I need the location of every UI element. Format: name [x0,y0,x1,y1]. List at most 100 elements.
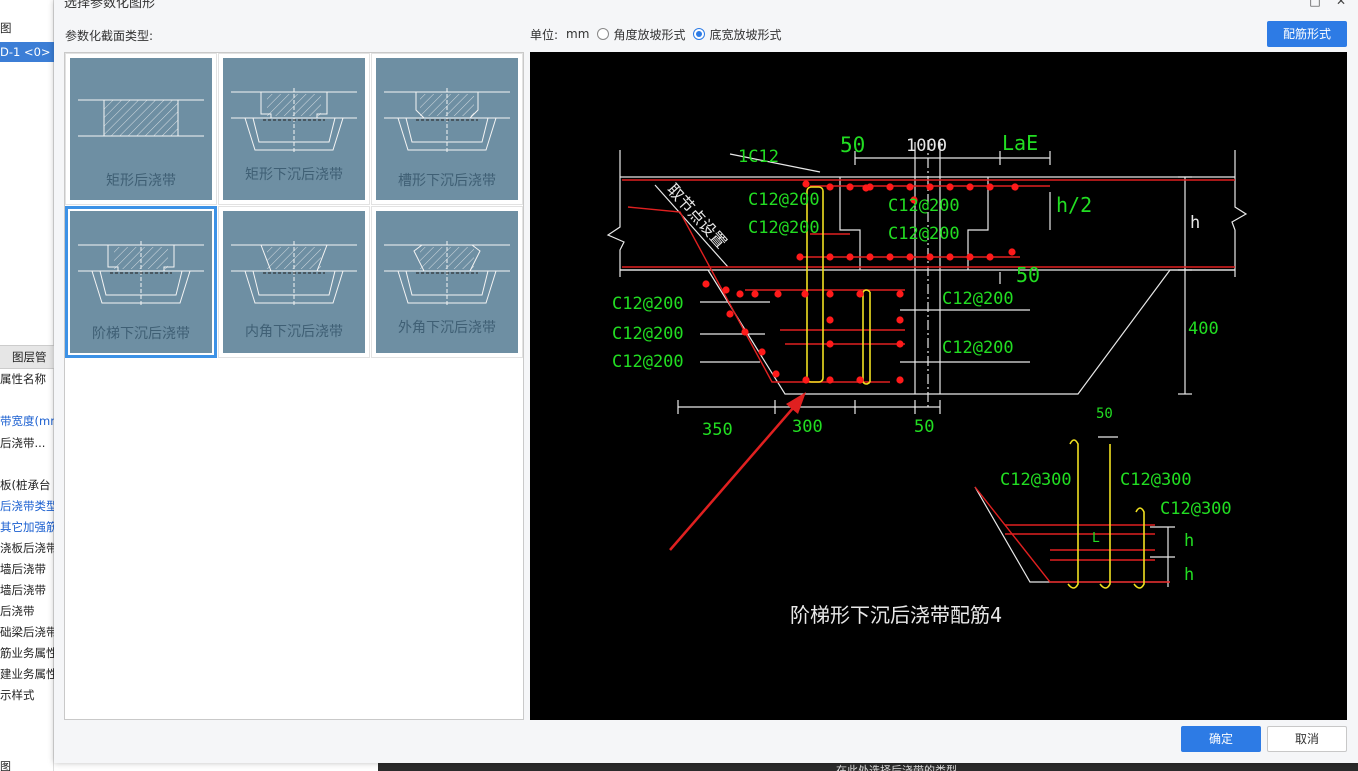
label-400: 400 [1188,319,1219,339]
shape-thumbnail: 外角下沉后浇带 [376,211,518,353]
label-c12-200-3: C12@200 [888,196,960,216]
rebar-dot [826,340,834,348]
label-50-top: 50 [840,133,865,157]
shape-thumbnail: 阶梯下沉后浇带 [70,211,212,353]
cancel-button[interactable]: 取消 [1267,726,1347,752]
shape-outer-angle-sunken[interactable]: 外角下沉后浇带 [371,206,523,358]
label-c12-200-8: C12@200 [942,289,1014,309]
shape-rect[interactable]: 矩形后浇带 [65,53,217,205]
radio-angle-slope[interactable] [597,28,610,40]
cad-drawing: 1C12 50 LaE C12@200 C12@200 C12@200 C12@… [606,131,1248,627]
background-tabs: 图层管 [0,345,54,369]
rebar-dot [886,183,894,191]
rebar-dot [1011,183,1019,191]
property-name-header: 属性名称 [0,372,46,386]
property-row[interactable]: 板(桩承台 [0,475,54,495]
rebar-dot [726,310,734,318]
label-c12-200-7: C12@200 [612,352,684,372]
rebar-dot [826,290,834,298]
rebar-dot [802,180,810,188]
label-c12-200-2: C12@200 [748,218,820,238]
label-50-detail: 50 [1096,406,1113,422]
cad-caption: 阶梯形下沉后浇带配筋4 [790,603,1002,627]
label-50-mid: 50 [1016,263,1040,287]
label-c12-200-4: C12@200 [888,224,960,244]
rebar-dot [966,253,974,261]
unit-row: 单位: mm 角度放坡形式 底宽放坡形式 [530,25,781,43]
label-c12-300-3: C12@300 [1160,499,1232,519]
label-h-detail-2: h [1184,565,1194,585]
label-c12-300-1: C12@300 [1000,470,1072,490]
rebar-dot [772,370,780,378]
rebar-dot [946,183,954,191]
property-row[interactable]: 示样式 [0,685,54,705]
property-row[interactable]: 后浇带... [0,433,54,453]
rebar-dot [826,316,834,324]
property-row[interactable]: 建业务属性 [0,664,54,684]
section-type-label: 参数化截面类型: [65,29,154,43]
label-c12-200-1: C12@200 [748,190,820,210]
property-row[interactable] [0,454,54,474]
bottom-left-label: 图 [0,760,11,771]
label-h-detail-1: h [1184,531,1194,551]
rebar-form-button[interactable]: 配筋形式 [1267,21,1347,47]
rebar-dot [1008,248,1016,256]
shape-label: 槽形下沉后浇带 [398,173,496,189]
radio-angle-label[interactable]: 角度放坡形式 [613,26,685,43]
label-c12-300-2: C12@300 [1120,470,1192,490]
shape-rect-sunken[interactable]: 矩形下沉后浇带 [218,53,370,205]
rebar-dot [896,290,904,298]
rebar-dot [702,280,710,288]
label-h: h [1190,213,1200,233]
shape-label: 矩形下沉后浇带 [245,167,343,183]
rebar-dot [986,253,994,261]
background-side-panel: 图 D-1 <0> 图层管 属性名称 带宽度(mm后浇带... 板(桩承台后浇带类型… [0,0,54,771]
layer-tab[interactable]: 图层管 [12,349,47,365]
property-row[interactable]: 后浇带类型 [0,496,54,516]
rebar-dot [966,183,974,191]
shape-label: 矩形后浇带 [106,173,176,189]
property-row[interactable]: 后浇带 [0,601,54,621]
rebar-dot [926,183,934,191]
rebar-dot [802,376,810,384]
shape-grid: 矩形后浇带 矩形下沉后浇带 槽形下沉后浇带阶梯下沉后浇带 内角下沉后浇带 外角下沉后浇带 [64,52,524,720]
shape-inner-angle-sunken[interactable]: 内角下沉后浇带 [218,206,370,358]
shape-thumbnail: 内角下沉后浇带 [223,211,365,353]
property-row[interactable]: 础梁后浇带 [0,622,54,642]
background-tree-item[interactable]: D-1 <0> [0,42,54,62]
ok-button[interactable]: 确定 [1181,726,1261,752]
rebar-dot [826,183,834,191]
shape-step-sunken[interactable]: 阶梯下沉后浇带 [65,206,217,358]
property-row[interactable]: 墙后浇带 [0,559,54,579]
rebar-dot [896,376,904,384]
cad-preview: 1C12 50 LaE C12@200 C12@200 C12@200 C12@… [530,52,1347,720]
shape-label: 阶梯下沉后浇带 [92,326,190,342]
unit-label: 单位: [530,27,559,42]
rebar-dot [862,184,870,192]
rebar-dot [906,253,914,261]
label-300: 300 [792,417,823,437]
rebar-dot [826,253,834,261]
property-row[interactable]: 带宽度(mm [0,411,54,431]
rebar-dot [736,290,744,298]
shape-trough-sunken[interactable]: 槽形下沉后浇带 [371,53,523,205]
rebar-dot [751,290,759,298]
property-row[interactable]: 浇板后浇带 [0,538,54,558]
status-hint: 在此处选择后浇带的类型 [836,764,957,771]
background-tree-item[interactable]: 图 [0,18,54,38]
shape-thumbnail: 矩形下沉后浇带 [223,58,365,200]
close-icon[interactable]: ✕ [1334,0,1348,8]
rebar-dot [896,340,904,348]
property-row[interactable]: 其它加强筋 [0,517,54,537]
rebar-dot [796,253,804,261]
property-row[interactable]: 筋业务属性 [0,643,54,663]
label-l-detail: L [1092,531,1100,546]
dialog-title: 选择参数化图形 [64,0,156,11]
radio-width-label[interactable]: 底宽放坡形式 [709,26,781,43]
rebar-dot [926,253,934,261]
maximize-icon[interactable]: □ [1308,0,1322,8]
rebar-dot [741,328,749,336]
property-row[interactable]: 墙后浇带 [0,580,54,600]
shape-thumbnail: 矩形后浇带 [70,58,212,200]
radio-width-slope[interactable] [693,28,706,40]
